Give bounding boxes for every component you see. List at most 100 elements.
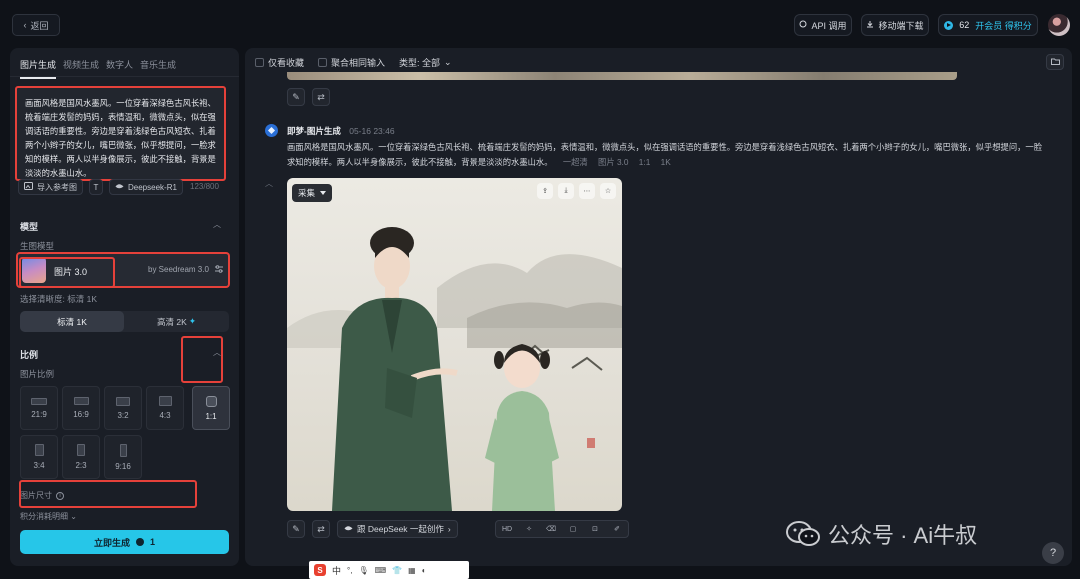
type-filter-dropdown[interactable]: 类型: 全部 ⌄ xyxy=(399,56,452,69)
import-reference-button[interactable]: 导入参考图 xyxy=(18,179,83,195)
info-icon[interactable]: i xyxy=(56,491,64,500)
prompt-text: 画面风格是国风水墨风。一位穿着深绿色古风长袍、梳着端庄发髻的妈妈，表情温和，微微… xyxy=(25,98,216,178)
sogou-logo-icon[interactable]: S xyxy=(314,564,326,576)
only-favorites-checkbox[interactable]: 仅看收藏 xyxy=(255,56,304,69)
ratio-shape-icon xyxy=(73,397,89,405)
api-button[interactable]: API 调用 xyxy=(794,14,852,36)
regenerate-button[interactable]: ⇄ xyxy=(312,520,330,538)
model-selector[interactable]: 图片 3.0 by Seedream 3.0 xyxy=(16,252,230,288)
collect-label: 采集 xyxy=(298,188,316,198)
star-icon[interactable]: ☆ xyxy=(600,183,616,199)
help-button[interactable]: ? xyxy=(1042,542,1064,564)
more-icon[interactable]: ⋯ xyxy=(579,183,595,199)
model-thumbnail xyxy=(22,257,46,283)
filter-bar: 仅看收藏 聚合相同输入 类型: 全部 ⌄ xyxy=(255,56,452,69)
text-icon: T xyxy=(93,182,99,192)
back-button[interactable]: ‹ 返回 xyxy=(12,14,60,36)
resolution-1k-option[interactable]: 标清 1K xyxy=(20,311,124,332)
merge-input-label: 聚合相同输入 xyxy=(331,58,386,68)
ratio-4-3[interactable]: 4:3 xyxy=(146,386,184,430)
download-icon xyxy=(866,20,874,30)
deepseek-icon xyxy=(344,524,353,534)
ink-painting-illustration xyxy=(287,227,622,511)
ime-language[interactable]: 中 xyxy=(332,564,341,577)
grid-icon[interactable]: ▦ xyxy=(408,566,416,575)
sparkle-icon: ✦ xyxy=(188,316,196,326)
ratio-3-4[interactable]: 3:4 xyxy=(20,435,58,479)
ratio-1-1[interactable]: 1:1 xyxy=(192,386,230,430)
image-size-text: 图片尺寸 xyxy=(20,491,52,500)
ratio-shape-icon xyxy=(119,443,127,457)
brush-icon[interactable]: ✐ xyxy=(606,521,628,537)
edit-prompt-button[interactable]: ✎ xyxy=(287,520,305,538)
watermark-text: 公众号 · Ai牛叔 xyxy=(828,523,978,548)
share-icon[interactable]: ⇪ xyxy=(537,183,553,199)
chevron-down-icon: ⌄ xyxy=(444,57,452,67)
deepseek-create-button[interactable]: 跟 DeepSeek 一起创作 › xyxy=(337,520,458,538)
sliders-icon[interactable] xyxy=(214,264,224,274)
edit-prompt-button[interactable]: ✎ xyxy=(287,88,305,106)
ratio-label-21-9: 21:9 xyxy=(31,409,47,419)
chevron-up-icon[interactable]: ︿ xyxy=(213,347,221,358)
message-prompt: 画面风格是国风水墨风。一位穿着深绿色古风长袍、梳着端庄发髻的妈妈，表情温和，微微… xyxy=(287,140,1047,170)
expand-icon[interactable]: ▢ xyxy=(562,521,584,537)
meta-model: 图片 3.0 xyxy=(598,157,629,167)
collapse-icon[interactable]: ︿ xyxy=(265,178,273,189)
merge-input-checkbox[interactable]: 聚合相同输入 xyxy=(318,56,385,69)
text-format-button[interactable]: T xyxy=(89,179,103,195)
eraser-icon[interactable]: ⌫ xyxy=(540,521,562,537)
prompt-input[interactable]: 画面风格是国风水墨风。一位穿着深绿色古风长袍、梳着端庄发髻的妈妈，表情温和，微微… xyxy=(15,86,226,181)
ratio-label-1-1: 1:1 xyxy=(205,411,217,421)
api-icon xyxy=(799,20,807,30)
skin-icon[interactable]: 👕 xyxy=(392,566,402,575)
refresh-icon: ⇄ xyxy=(317,91,325,102)
credits-detail-toggle[interactable]: 积分消耗明细 ⌄ xyxy=(20,511,77,522)
image-size-label: 图片尺寸 i xyxy=(20,490,64,501)
ratio-9-16[interactable]: 9:16 xyxy=(104,435,142,479)
ratio-label-4-3: 4:3 xyxy=(159,411,171,420)
ratio-label-2-3: 2:3 xyxy=(75,461,87,470)
folder-button[interactable] xyxy=(1046,54,1064,70)
deepseek-create-label: 跟 DeepSeek 一起创作 xyxy=(357,524,444,534)
caret-down-icon xyxy=(320,191,327,195)
download-icon[interactable]: ⤓ xyxy=(558,183,574,199)
image-upload-icon xyxy=(24,182,33,192)
mascot-icon[interactable]: ◐ xyxy=(422,566,427,575)
punctuation-icon[interactable]: °, xyxy=(347,566,352,575)
magic-wand-icon[interactable]: ✧ xyxy=(518,521,540,537)
resolution-toggle: 标清 1K 高清 2K ✦ xyxy=(20,311,229,332)
message-time: 05-16 23:46 xyxy=(349,126,395,136)
generate-label: 立即生成 xyxy=(93,537,130,548)
mobile-download-button[interactable]: 移动端下载 xyxy=(861,14,929,36)
collect-dropdown[interactable]: 采集 xyxy=(292,184,333,202)
credits-detail-text: 积分消耗明细 xyxy=(20,512,68,521)
generate-button[interactable]: 立即生成 1 xyxy=(20,530,229,554)
results-panel: 仅看收藏 聚合相同输入 类型: 全部 ⌄ ✎ ⇄ 即梦-图片生成 05-16 2… xyxy=(245,48,1072,566)
regenerate-button[interactable]: ⇄ xyxy=(312,88,330,106)
clarity-label: 选择清晰度: 标清 1K xyxy=(20,294,97,304)
back-label: 返回 xyxy=(30,20,49,31)
resolution-1k-label: 标清 1K xyxy=(57,316,87,327)
microphone-icon[interactable]: 🎙 xyxy=(358,566,368,575)
chevron-right-icon: › xyxy=(447,524,451,534)
tab-divider xyxy=(10,76,239,77)
previous-results-strip xyxy=(287,72,957,80)
ratio-label-9-16: 9:16 xyxy=(115,461,131,471)
ratio-3-2[interactable]: 3:2 xyxy=(104,386,142,430)
hd-upscale-button[interactable]: HD xyxy=(496,521,518,537)
ratio-21-9[interactable]: 21:9 xyxy=(20,386,58,430)
hd-label: HD xyxy=(501,525,513,533)
chevron-up-icon[interactable]: ︿ xyxy=(213,219,221,230)
crop-icon[interactable]: ⊡ xyxy=(584,521,606,537)
ratio-2-3[interactable]: 2:3 xyxy=(62,435,100,479)
generated-image[interactable]: 采集 ⇪ ⤓ ⋯ ☆ xyxy=(287,178,622,511)
keyboard-icon[interactable]: ⌨ xyxy=(375,566,387,575)
deepseek-button[interactable]: Deepseek-R1 xyxy=(109,179,183,195)
ratio-16-9[interactable]: 16:9 xyxy=(62,386,100,430)
credits-vip-button[interactable]: 62 开会员 得积分 xyxy=(938,14,1038,36)
image-edit-tools: HD ✧ ⌫ ▢ ⊡ ✐ xyxy=(495,520,629,538)
ratio-shape-icon xyxy=(116,396,130,406)
user-avatar[interactable] xyxy=(1048,14,1070,36)
ratio-label-3-2: 3:2 xyxy=(117,410,129,420)
resolution-2k-option[interactable]: 高清 2K ✦ xyxy=(124,311,229,332)
